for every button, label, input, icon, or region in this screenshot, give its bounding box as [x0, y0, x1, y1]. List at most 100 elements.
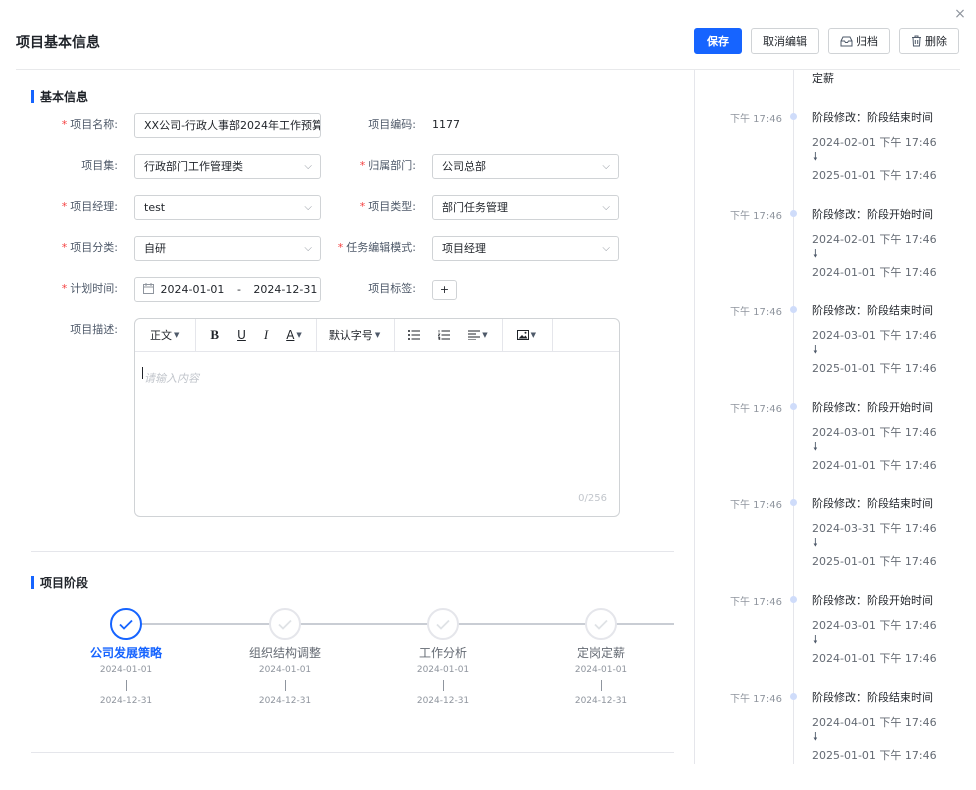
- paragraph-style-dropdown[interactable]: 正文 ▼: [150, 327, 179, 343]
- timeline-old-value: 2024-03-01 下午 17:46: [812, 425, 937, 439]
- editor-content-area[interactable]: 请输入内容 0/256: [135, 352, 619, 516]
- toolbar: 保存 取消编辑 归档 删除: [694, 28, 959, 54]
- header: 项目基本信息 保存 取消编辑 归档 删除: [0, 0, 976, 70]
- timeline-dot: [790, 402, 797, 410]
- check-circle-icon: [269, 608, 301, 640]
- timeline-old-value: 2024-03-01 下午 17:46: [812, 329, 937, 343]
- bottom-divider: [31, 752, 674, 753]
- bold-button[interactable]: B: [210, 327, 219, 343]
- project-manager-select[interactable]: test ⌵: [134, 195, 321, 220]
- basic-info-title: 基本信息: [31, 88, 88, 105]
- timeline-entry-title: 阶段修改：阶段开始时间: [812, 400, 933, 414]
- project-category-select[interactable]: 自研 ⌵: [134, 236, 321, 261]
- project-set-select[interactable]: 行政部门工作管理类 ⌵: [134, 154, 321, 179]
- save-button[interactable]: 保存: [694, 28, 742, 54]
- project-code-label: 项目编码:: [368, 118, 416, 131]
- timeline-dot: [790, 692, 797, 700]
- timeline-dot: [790, 306, 797, 314]
- task-edit-mode-select[interactable]: 项目经理 ⌵: [432, 236, 619, 261]
- project-set-label: 项目集:: [81, 159, 118, 172]
- char-counter: 0/256: [578, 493, 607, 504]
- stage-step[interactable]: 公司发展策略 2024-01-01 2024-12-31: [66, 608, 186, 706]
- add-tag-button[interactable]: +: [432, 280, 457, 300]
- timeline-entry-title: 阶段修改：阶段结束时间: [812, 111, 933, 124]
- cancel-edit-button[interactable]: 取消编辑: [751, 28, 819, 54]
- timeline-new-value: 2024-01-01 下午 17:46: [812, 458, 937, 472]
- align-dropdown[interactable]: ▼: [468, 330, 488, 340]
- project-tags-label: 项目标签:: [368, 282, 416, 295]
- arrow-down-icon: 🠗: [813, 246, 818, 260]
- section-accent-bar: [31, 576, 34, 589]
- stage-name: 工作分析: [418, 646, 467, 660]
- check-circle-icon: [110, 608, 142, 640]
- section-accent-bar: [31, 90, 34, 103]
- text-cursor: [142, 367, 143, 379]
- timeline-old-value: 2024-03-01 下午 17:46: [812, 619, 937, 632]
- stage-date-separator: [125, 680, 127, 691]
- project-type-label: * 项目类型:: [359, 200, 416, 213]
- chevron-down-icon: ⌵: [602, 243, 610, 254]
- trash-icon: [912, 35, 921, 47]
- archive-label: 归档: [856, 35, 878, 48]
- plan-time-range-picker[interactable]: 2024-01-01 - 2024-12-31: [134, 277, 321, 302]
- timeline-new-value: 2024-01-01 下午 17:46: [812, 652, 937, 665]
- caret-down-icon: ▼: [482, 331, 488, 339]
- timeline-entry-title: 阶段修改：阶段结束时间: [812, 304, 933, 318]
- timeline-new-value: 2025-01-01 下午 17:46: [812, 748, 937, 762]
- stage-end-date: 2024-12-31: [416, 696, 470, 706]
- delete-button[interactable]: 删除: [899, 28, 959, 54]
- stage-step[interactable]: 定岗定薪 2024-01-01 2024-12-31: [541, 608, 661, 706]
- arrow-down-icon: 🠗: [813, 439, 818, 453]
- timeline-entry-title: 阶段修改：阶段开始时间: [812, 207, 933, 221]
- stage-end-date: 2024-12-31: [258, 696, 312, 706]
- arrow-down-icon: 🠗: [813, 633, 818, 646]
- project-name-input[interactable]: XX公司-行政人事部2024年工作预算: [134, 113, 321, 138]
- timeline-entry-time: 下午 17:46: [730, 307, 782, 319]
- plan-time-label: * 计划时间:: [61, 282, 118, 295]
- arrow-down-icon: 🠗: [813, 536, 818, 550]
- editor-placeholder: 请输入内容: [144, 372, 199, 385]
- timeline-entry-time: 下午 17:46: [730, 693, 782, 705]
- italic-button[interactable]: I: [264, 327, 268, 343]
- department-label: * 归属部门:: [359, 159, 416, 172]
- description-rich-editor: 正文 ▼ B U I A ▼ 默认字号 ▼ ▼ ▼ 请输入内容 0/256: [134, 318, 620, 517]
- project-type-select[interactable]: 部门任务管理 ⌵: [432, 195, 619, 220]
- project-category-label: * 项目分类:: [61, 241, 118, 254]
- font-size-dropdown[interactable]: 默认字号 ▼: [329, 327, 380, 343]
- timeline-axis: [793, 70, 794, 764]
- stage-step[interactable]: 组织结构调整 2024-01-01 2024-12-31: [225, 608, 345, 706]
- numbered-list-icon[interactable]: [438, 330, 451, 340]
- timeline-new-value: 2025-01-01 下午 17:46: [812, 362, 937, 376]
- arrow-down-icon: 🠗: [813, 343, 818, 357]
- stage-start-date: 2024-01-01: [574, 665, 628, 675]
- check-circle-icon: [585, 608, 617, 640]
- image-icon: [516, 330, 529, 340]
- timeline-entry-time: 下午 17:46: [730, 114, 782, 125]
- font-color-icon: A: [286, 328, 295, 342]
- font-color-dropdown[interactable]: A ▼: [286, 328, 302, 342]
- timeline-dot: [790, 113, 797, 120]
- stage-end-date: 2024-12-31: [574, 696, 628, 706]
- stage-step[interactable]: 工作分析 2024-01-01 2024-12-31: [383, 608, 503, 706]
- timeline-new-value: 2024-01-01 下午 17:46: [812, 265, 937, 279]
- timeline-truncated-text: 定薪: [812, 72, 834, 85]
- underline-button[interactable]: U: [237, 328, 246, 342]
- timeline-dot: [790, 596, 797, 603]
- timeline-new-value: 2025-01-01 下午 17:46: [812, 169, 937, 182]
- bullet-list-icon[interactable]: [408, 330, 421, 340]
- timeline-panel-border: [694, 70, 695, 764]
- timeline-entry-time: 下午 17:46: [730, 403, 782, 415]
- timeline-entry-title: 阶段修改：阶段结束时间: [812, 497, 933, 511]
- stage-date-separator: [284, 680, 286, 691]
- caret-down-icon: ▼: [374, 331, 381, 339]
- calendar-icon: [143, 283, 154, 294]
- timeline-entry-title: 阶段修改：阶段开始时间: [812, 594, 933, 607]
- chevron-down-icon: ⌵: [602, 161, 610, 172]
- department-select[interactable]: 公司总部 ⌵: [432, 154, 619, 179]
- archive-button[interactable]: 归档: [828, 28, 890, 54]
- check-circle-icon: [427, 608, 459, 640]
- insert-image-dropdown[interactable]: ▼: [516, 330, 536, 340]
- chevron-down-icon: ⌵: [602, 202, 610, 213]
- timeline-entry-time: 下午 17:46: [730, 597, 782, 608]
- caret-down-icon: ▼: [296, 331, 302, 339]
